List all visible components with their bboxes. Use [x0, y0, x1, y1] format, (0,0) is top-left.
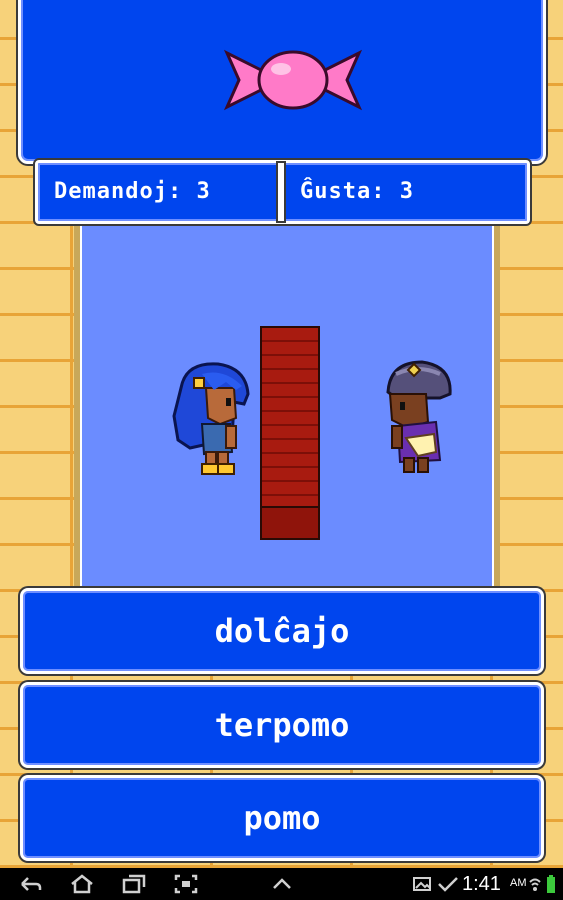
prompt-panel — [18, 0, 546, 164]
wifi-icon — [529, 878, 541, 891]
stats-bar: Demandoj: 3 Ĝusta: 3 — [35, 160, 530, 224]
answer-button-1[interactable]: dolĉajo — [20, 588, 544, 674]
brick-pillar — [260, 326, 320, 540]
recent-apps-icon[interactable] — [122, 874, 146, 894]
home-icon[interactable] — [70, 874, 94, 894]
gallery-notification-icon — [413, 877, 431, 891]
stats-divider — [278, 163, 284, 221]
system-nav-bar: 1:41 AM — [0, 868, 563, 900]
player-character — [172, 362, 250, 475]
merchant-character — [386, 360, 452, 473]
game-scene — [74, 226, 500, 598]
screenshot-icon[interactable] — [174, 874, 198, 894]
pillar-base — [260, 506, 320, 540]
chevron-up-icon[interactable] — [270, 874, 294, 894]
answer-button-3[interactable]: pomo — [20, 775, 544, 861]
check-notification-icon — [438, 877, 458, 892]
clock-time: 1:41 — [462, 873, 501, 895]
battery-icon — [547, 875, 555, 893]
questions-count: Demandoj: 3 — [54, 179, 211, 204]
clock-ampm: AM — [510, 877, 527, 889]
answer-button-2[interactable]: terpomo — [20, 682, 544, 768]
candy-icon — [223, 49, 363, 111]
correct-count: Ĝusta: 3 — [300, 179, 414, 204]
back-icon[interactable] — [18, 874, 42, 894]
